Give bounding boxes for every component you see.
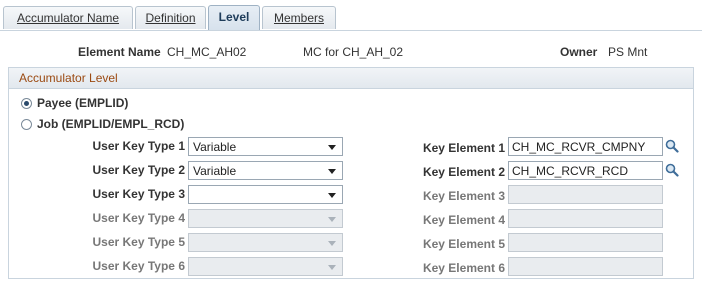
owner-label: Owner (560, 45, 598, 59)
magnifier-icon[interactable] (665, 139, 679, 153)
chevron-down-icon (328, 145, 336, 150)
chevron-down-icon (328, 193, 336, 198)
magnifier-icon[interactable] (665, 163, 679, 177)
tab-label: Definition (145, 11, 196, 25)
key-element-1-input[interactable]: CH_MC_RCVR_CMPNY (508, 137, 663, 156)
user-key-type-3-select[interactable] (188, 185, 343, 204)
chevron-down-icon (328, 217, 336, 222)
element-description: MC for CH_AH_02 (303, 45, 404, 59)
element-name-value: CH_MC_AH02 (167, 45, 247, 59)
chevron-down-icon (328, 241, 336, 246)
key-element-3-label: Key Element 3 (422, 189, 505, 203)
key-element-4-label: Key Element 4 (422, 213, 505, 227)
tab-accumulator-name[interactable]: Accumulator Name (3, 6, 133, 29)
input-value: CH_MC_RCVR_CMPNY (512, 140, 646, 154)
job-radio[interactable] (21, 119, 32, 130)
user-key-type-1-select[interactable]: Variable (188, 137, 343, 156)
tab-level[interactable]: Level (208, 5, 260, 31)
key-element-2-label: Key Element 2 (422, 165, 505, 179)
user-key-type-4-select (188, 209, 343, 228)
owner-value: PS Mnt (608, 45, 648, 59)
group-title: Accumulator Level (19, 71, 118, 85)
key-element-3-input (508, 185, 663, 204)
tab-definition[interactable]: Definition (135, 6, 206, 29)
user-key-type-6-label: User Key Type 6 (92, 259, 186, 273)
key-element-2-input[interactable]: CH_MC_RCVR_RCD (508, 161, 663, 180)
key-element-6-label: Key Element 6 (422, 261, 505, 275)
tab-bar: Accumulator Name Definition Level Member… (0, 0, 702, 31)
tab-label: Accumulator Name (16, 11, 120, 25)
payee-radio[interactable] (21, 98, 32, 109)
user-key-type-4-label: User Key Type 4 (92, 211, 186, 225)
user-key-type-2-label: User Key Type 2 (92, 163, 186, 177)
chevron-down-icon (328, 169, 336, 174)
key-element-6-input (508, 257, 663, 276)
key-element-1-label: Key Element 1 (422, 141, 505, 155)
key-element-4-input (508, 209, 663, 228)
key-element-5-input (508, 233, 663, 252)
chevron-down-icon (328, 265, 336, 270)
group-header: Accumulator Level (9, 68, 693, 89)
user-key-type-5-select (188, 233, 343, 252)
tab-label: Members (273, 11, 324, 25)
user-key-type-3-label: User Key Type 3 (92, 187, 186, 201)
payee-radio-label: Payee (EMPLID) (37, 96, 129, 110)
user-key-type-5-label: User Key Type 5 (92, 235, 186, 249)
tab-divider (0, 30, 702, 31)
user-key-type-6-select (188, 257, 343, 276)
key-element-5-label: Key Element 5 (422, 237, 505, 251)
user-key-type-1-label: User Key Type 1 (92, 139, 186, 153)
select-value: Variable (193, 164, 237, 178)
tab-members[interactable]: Members (262, 6, 336, 29)
element-name-label: Element Name (78, 45, 161, 59)
input-value: CH_MC_RCVR_RCD (512, 164, 629, 178)
job-radio-label: Job (EMPLID/EMPL_RCD) (37, 117, 185, 131)
tab-label: Level (218, 10, 250, 24)
select-value: Variable (193, 140, 237, 154)
user-key-type-2-select[interactable]: Variable (188, 161, 343, 180)
